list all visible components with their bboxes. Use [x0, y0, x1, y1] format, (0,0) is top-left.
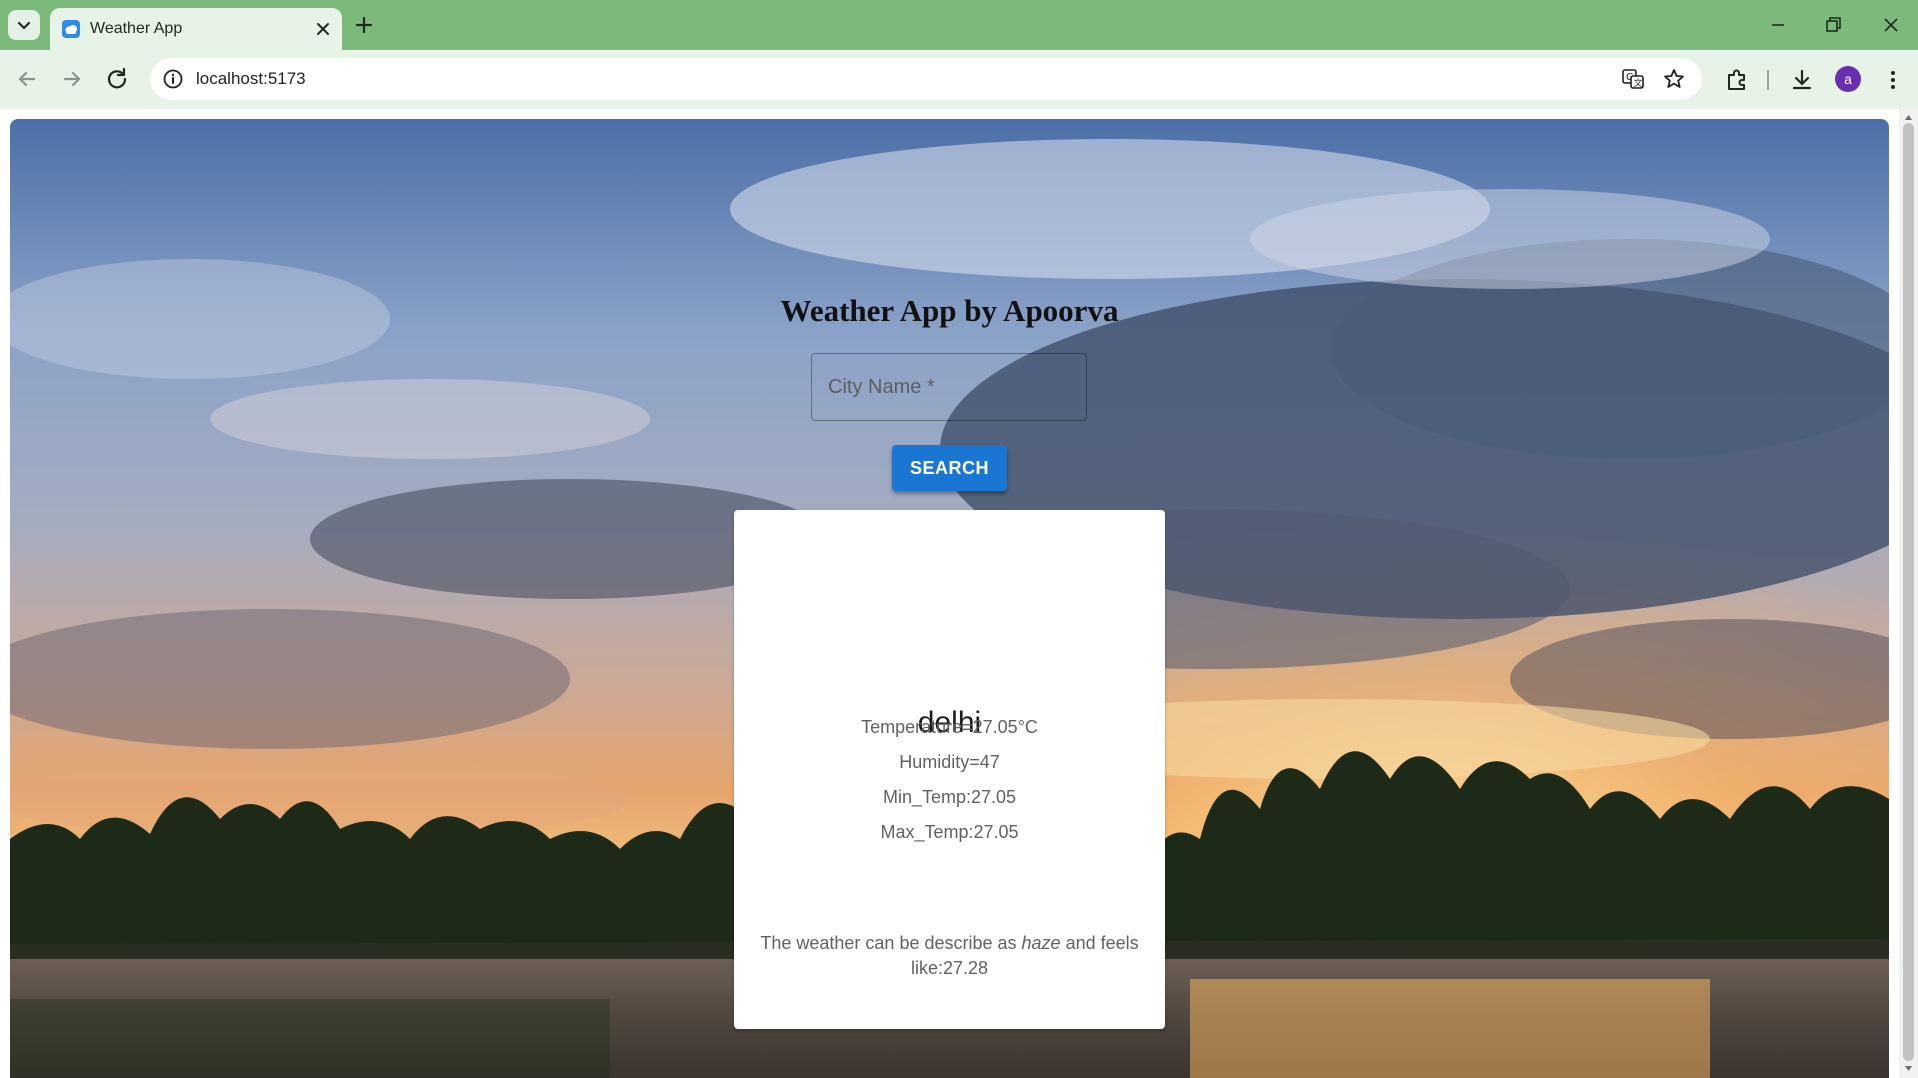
tab-title: Weather App: [90, 20, 183, 37]
max-temp-text: Max_Temp:27.05: [880, 822, 1019, 842]
tab-list-button[interactable]: [8, 10, 40, 40]
close-icon[interactable]: [314, 20, 332, 38]
weather-description: The weather can be describe as haze and …: [754, 931, 1145, 981]
arrow-right-icon[interactable]: [59, 66, 85, 92]
search-button[interactable]: SEARCH: [892, 445, 1007, 491]
weather-info-card: delhi Temperature=27.05°C Humidity=47 Mi…: [734, 510, 1165, 1029]
toolbar-divider: [1767, 70, 1769, 90]
avatar[interactable]: a: [1835, 66, 1861, 92]
plus-icon[interactable]: [352, 13, 376, 37]
address-bar[interactable]: localhost:5173 G 文: [150, 58, 1702, 100]
puzzle-icon[interactable]: [1724, 67, 1750, 93]
min-temp-text: Min_Temp:27.05: [882, 787, 1017, 807]
scroll-up-arrow-icon[interactable]: [1904, 113, 1913, 122]
reload-icon[interactable]: [104, 66, 130, 92]
humidity-text: Humidity=47: [899, 752, 1000, 772]
browser-toolbar: localhost:5173 G 文 a: [0, 50, 1918, 109]
browser-tab[interactable]: Weather App: [50, 8, 342, 50]
cloud-icon: [62, 20, 80, 38]
scroll-down-arrow-icon[interactable]: [1904, 1064, 1913, 1073]
arrow-left-icon[interactable]: [14, 66, 40, 92]
weather-condition: haze: [1021, 933, 1061, 953]
download-icon[interactable]: [1789, 67, 1815, 93]
description-prefix: The weather can be describe as: [760, 933, 1022, 953]
info-icon[interactable]: [162, 68, 184, 90]
browser-tab-strip: Weather App: [0, 0, 1918, 50]
window-close-icon[interactable]: [1879, 13, 1903, 37]
page-viewport: Weather App by Apoorva SEARCH delhi Temp…: [0, 109, 1918, 1078]
page-scrollbar[interactable]: [1899, 109, 1918, 1078]
city-name-input[interactable]: [812, 354, 1086, 420]
restore-icon[interactable]: [1821, 13, 1845, 37]
translate-icon[interactable]: G 文: [1621, 67, 1645, 91]
card-media-image: [734, 510, 1165, 695]
url-text[interactable]: localhost:5173: [196, 69, 306, 89]
svg-text:文: 文: [1634, 77, 1643, 89]
star-icon[interactable]: [1662, 67, 1686, 91]
kebab-menu-icon[interactable]: [1880, 67, 1906, 93]
chevron-down-icon: [17, 21, 31, 30]
temperature-text: Temperature=27.05°C: [861, 717, 1038, 737]
minimize-icon[interactable]: [1766, 13, 1790, 37]
city-name-field[interactable]: [811, 353, 1087, 421]
scrollbar-thumb[interactable]: [1903, 123, 1914, 1061]
app-title: Weather App by Apoorva: [780, 293, 1119, 328]
